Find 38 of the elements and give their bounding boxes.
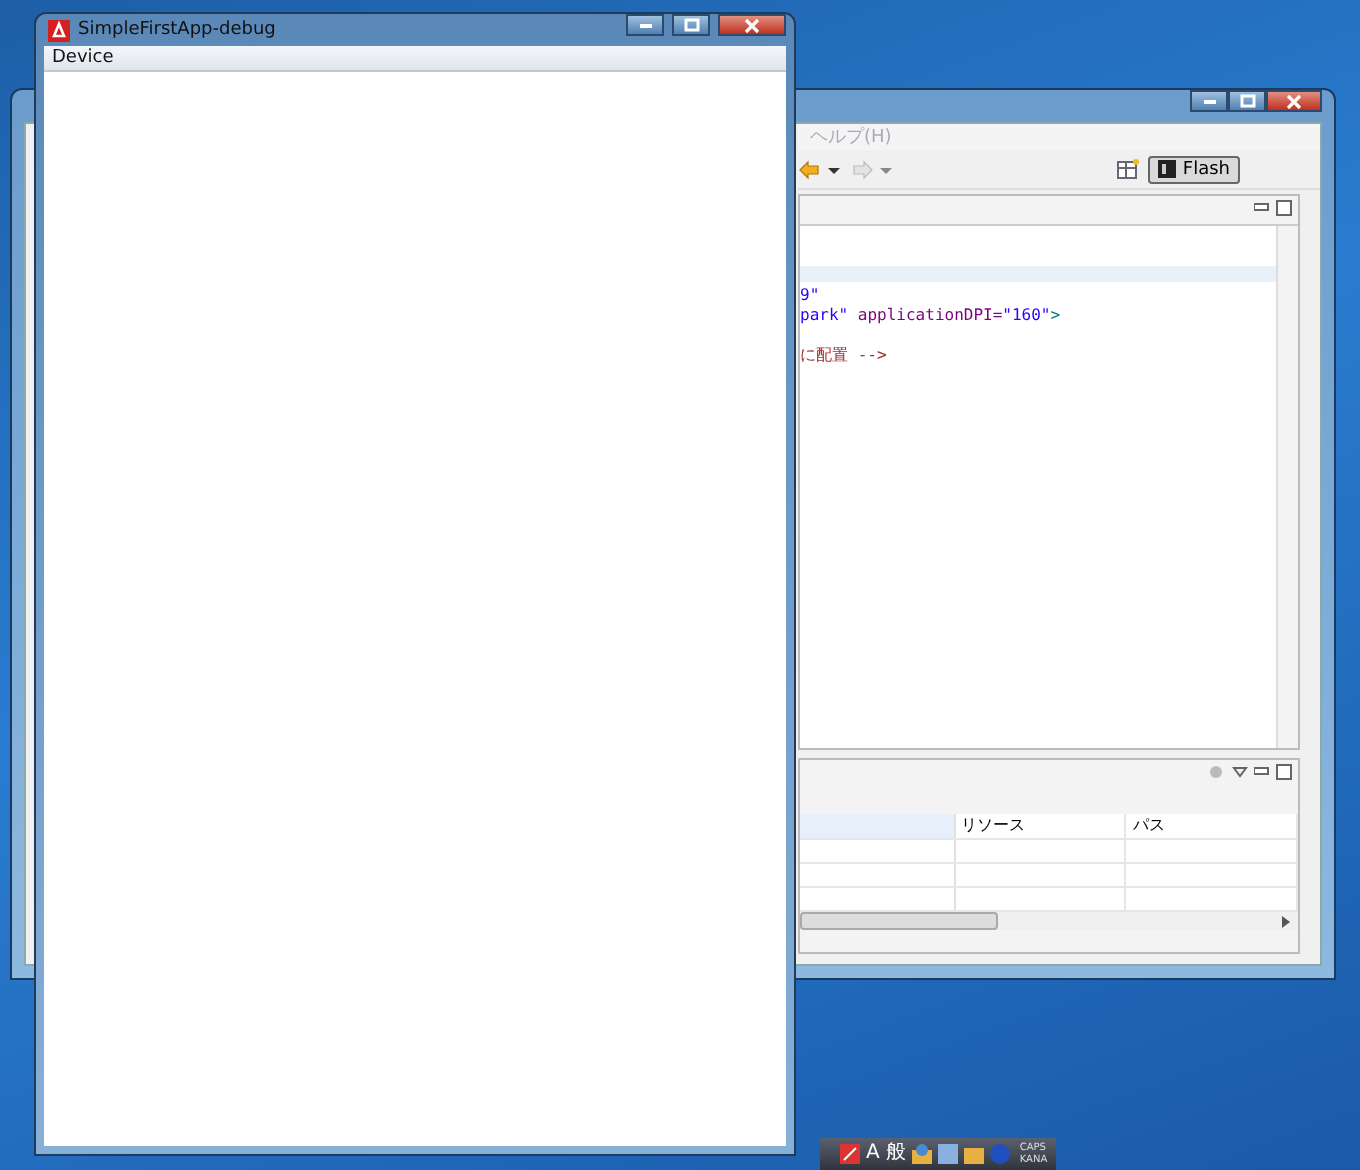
column-header[interactable]: パス (1126, 814, 1298, 838)
flash-perspective-button[interactable]: Flash (1148, 155, 1240, 183)
toolbox-icon[interactable] (911, 1144, 932, 1164)
code-line: park" applicationDPI="160"> (800, 306, 1061, 326)
close-button[interactable] (718, 14, 786, 36)
input-mode[interactable]: A (866, 1144, 880, 1164)
app-logo-icon (48, 19, 70, 41)
minimize-button[interactable] (1190, 90, 1228, 112)
minimize-icon (1203, 99, 1215, 103)
back-arrow-icon[interactable] (798, 159, 842, 179)
open-perspective-icon[interactable] (1116, 158, 1141, 180)
maximize-icon (683, 18, 699, 32)
scrollbar[interactable] (1276, 226, 1298, 748)
code-line: に配置 --> (800, 346, 887, 366)
maximize-icon (1239, 94, 1255, 108)
scrollbar[interactable] (800, 912, 1298, 930)
maximize-icon[interactable] (1276, 764, 1292, 780)
folder-icon[interactable] (963, 1144, 984, 1164)
minimize-button[interactable] (626, 14, 664, 36)
close-icon (744, 17, 760, 33)
scroll-right-icon[interactable] (1282, 915, 1290, 927)
minimize-icon (639, 23, 651, 27)
ime-icon[interactable] (840, 1144, 860, 1164)
close-icon (1286, 93, 1302, 109)
view-menu-icon[interactable] (1232, 766, 1248, 778)
minimize-icon[interactable] (1254, 202, 1270, 214)
column-header[interactable]: リソース (955, 814, 1127, 838)
maximize-icon[interactable] (1276, 200, 1292, 216)
minimize-icon[interactable] (1254, 766, 1270, 778)
ime-mode[interactable]: 般 (885, 1144, 906, 1164)
table-header-cell[interactable] (800, 814, 956, 838)
menu-item[interactable]: Device (52, 48, 114, 68)
close-button[interactable] (1266, 90, 1322, 112)
window-title: SimpleFirstApp-debug (78, 20, 276, 40)
maximize-button[interactable] (1228, 90, 1266, 112)
maximize-button[interactable] (672, 14, 710, 36)
flash-icon (1158, 160, 1177, 178)
code-line: 9" (800, 286, 820, 306)
